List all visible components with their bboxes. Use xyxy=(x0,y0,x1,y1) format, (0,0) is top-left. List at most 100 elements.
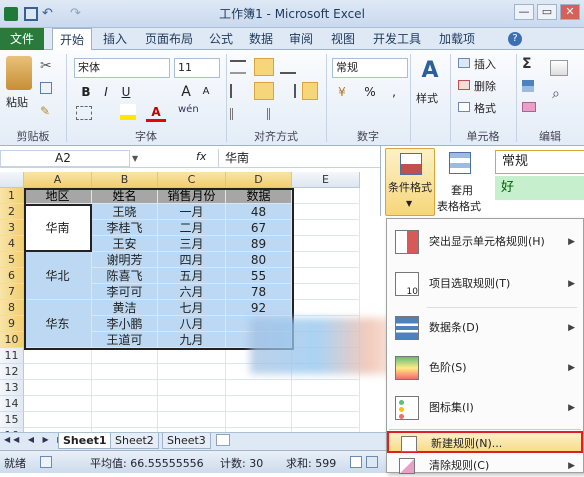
cell[interactable] xyxy=(292,220,360,236)
format-painter-icon[interactable]: ✎ xyxy=(40,104,50,118)
sheet-tab-2[interactable]: Sheet2 xyxy=(110,433,159,449)
cell[interactable] xyxy=(158,364,226,380)
currency-icon[interactable]: ¥ xyxy=(332,82,352,102)
cell[interactable] xyxy=(24,396,92,412)
value-cell[interactable]: 89 xyxy=(226,236,292,252)
font-size-select[interactable]: 11 xyxy=(174,58,220,78)
name-cell[interactable]: 李小鹏 xyxy=(92,316,158,332)
month-cell[interactable]: 四月 xyxy=(158,252,226,268)
cell[interactable] xyxy=(226,396,292,412)
col-header-d[interactable]: D xyxy=(226,172,292,188)
formula-input[interactable]: 华南 xyxy=(218,149,386,167)
style-normal[interactable]: 常规 xyxy=(495,150,584,174)
style-good[interactable]: 好 xyxy=(495,176,584,200)
underline-button[interactable]: U xyxy=(116,82,136,102)
name-box-dropdown-icon[interactable]: ▼ xyxy=(132,154,138,163)
name-box[interactable]: A2 xyxy=(0,150,130,167)
number-format-select[interactable]: 常规 xyxy=(332,58,408,78)
menu-new-rule[interactable]: 新建规则(N)... xyxy=(387,431,583,453)
fill-icon[interactable] xyxy=(522,80,534,92)
menu-top-bottom-rules[interactable]: 10 项目选取规则(T) ▶ xyxy=(387,265,583,303)
value-cell[interactable]: 78 xyxy=(226,284,292,300)
align-top-icon[interactable] xyxy=(230,60,246,74)
menu-data-bars[interactable]: 数据条(D) ▶ xyxy=(387,309,583,347)
comma-button[interactable]: , xyxy=(384,82,404,102)
row-header[interactable]: 6 xyxy=(0,268,24,284)
help-icon[interactable]: ? xyxy=(508,32,522,46)
region-cell[interactable]: 华北 xyxy=(24,252,92,300)
value-cell[interactable]: 48 xyxy=(226,204,292,220)
format-cells-button[interactable]: 格式 xyxy=(474,100,496,116)
row-header[interactable]: 14 xyxy=(0,396,24,412)
col-header-e[interactable]: E xyxy=(292,172,360,188)
paste-button[interactable]: 粘贴 xyxy=(6,94,36,110)
copy-icon[interactable] xyxy=(40,82,52,94)
sheet-tab-3[interactable]: Sheet3 xyxy=(162,433,211,449)
cell[interactable] xyxy=(92,396,158,412)
tab-addins[interactable]: 加载项 xyxy=(432,28,482,50)
close-button[interactable]: ✕ xyxy=(560,4,580,20)
cell[interactable] xyxy=(92,380,158,396)
cell[interactable] xyxy=(292,204,360,220)
col-header-c[interactable]: C xyxy=(158,172,226,188)
fill-color-icon[interactable] xyxy=(120,104,136,120)
paste-icon[interactable] xyxy=(6,56,32,90)
format-as-table-icon[interactable] xyxy=(449,152,471,174)
name-cell[interactable]: 王晓 xyxy=(92,204,158,220)
select-all-corner[interactable] xyxy=(0,172,24,188)
cell[interactable] xyxy=(92,348,158,364)
header-cell[interactable]: 姓名 xyxy=(92,188,158,204)
name-cell[interactable]: 谢明芳 xyxy=(92,252,158,268)
row-header[interactable]: 2 xyxy=(0,204,24,220)
row-header[interactable]: 10 xyxy=(0,332,24,348)
cell[interactable] xyxy=(158,380,226,396)
cell[interactable] xyxy=(158,412,226,428)
row-header[interactable]: 8 xyxy=(0,300,24,316)
insert-cells-button[interactable]: 插入 xyxy=(474,56,496,72)
cell[interactable] xyxy=(292,268,360,284)
align-bottom-icon[interactable] xyxy=(280,60,296,74)
styles-icon[interactable]: A xyxy=(418,58,442,84)
grow-font-button[interactable]: A xyxy=(176,82,196,102)
page-layout-view-icon[interactable] xyxy=(366,456,378,468)
tab-developer[interactable]: 开发工具 xyxy=(366,28,428,50)
cell[interactable] xyxy=(292,300,360,316)
macro-record-icon[interactable] xyxy=(40,456,52,468)
row-header[interactable]: 11 xyxy=(0,348,24,364)
cell[interactable] xyxy=(24,380,92,396)
row-header[interactable]: 12 xyxy=(0,364,24,380)
menu-highlight-cells-rules[interactable]: 突出显示单元格规则(H) ▶ xyxy=(387,223,583,261)
tab-view[interactable]: 视图 xyxy=(324,28,362,50)
styles-button[interactable]: 样式 xyxy=(416,90,446,106)
conditional-format-button[interactable]: 条件格式 ▼ xyxy=(385,148,435,216)
month-cell[interactable]: 五月 xyxy=(158,268,226,284)
row-header[interactable]: 7 xyxy=(0,284,24,300)
value-cell[interactable]: 67 xyxy=(226,220,292,236)
col-header-b[interactable]: B xyxy=(92,172,158,188)
row-header[interactable]: 15 xyxy=(0,412,24,428)
month-cell[interactable]: 六月 xyxy=(158,284,226,300)
name-cell[interactable]: 王道可 xyxy=(92,332,158,348)
percent-button[interactable]: % xyxy=(360,82,380,102)
cut-icon[interactable]: ✂ xyxy=(40,58,52,74)
value-cell[interactable]: 92 xyxy=(226,300,292,316)
row-header[interactable]: 1 xyxy=(0,188,24,204)
header-cell[interactable]: 地区 xyxy=(24,188,92,204)
name-cell[interactable]: 李可可 xyxy=(92,284,158,300)
clear-icon[interactable] xyxy=(522,102,536,112)
autosum-button[interactable]: Σ xyxy=(522,56,532,72)
italic-button[interactable]: I xyxy=(96,82,116,102)
row-header[interactable]: 4 xyxy=(0,236,24,252)
col-header-a[interactable]: A xyxy=(24,172,92,188)
value-cell[interactable]: 55 xyxy=(226,268,292,284)
sort-filter-icon[interactable] xyxy=(550,60,568,76)
cell[interactable] xyxy=(158,348,226,364)
minimize-button[interactable]: — xyxy=(514,4,534,20)
sheet-tab-1[interactable]: Sheet1 xyxy=(58,433,112,449)
find-select-icon[interactable]: ⌕ xyxy=(552,86,560,102)
header-cell[interactable]: 销售月份 xyxy=(158,188,226,204)
tab-home[interactable]: 开始 xyxy=(52,28,93,51)
cell[interactable] xyxy=(292,396,360,412)
name-cell[interactable]: 王安 xyxy=(92,236,158,252)
cell[interactable] xyxy=(292,252,360,268)
